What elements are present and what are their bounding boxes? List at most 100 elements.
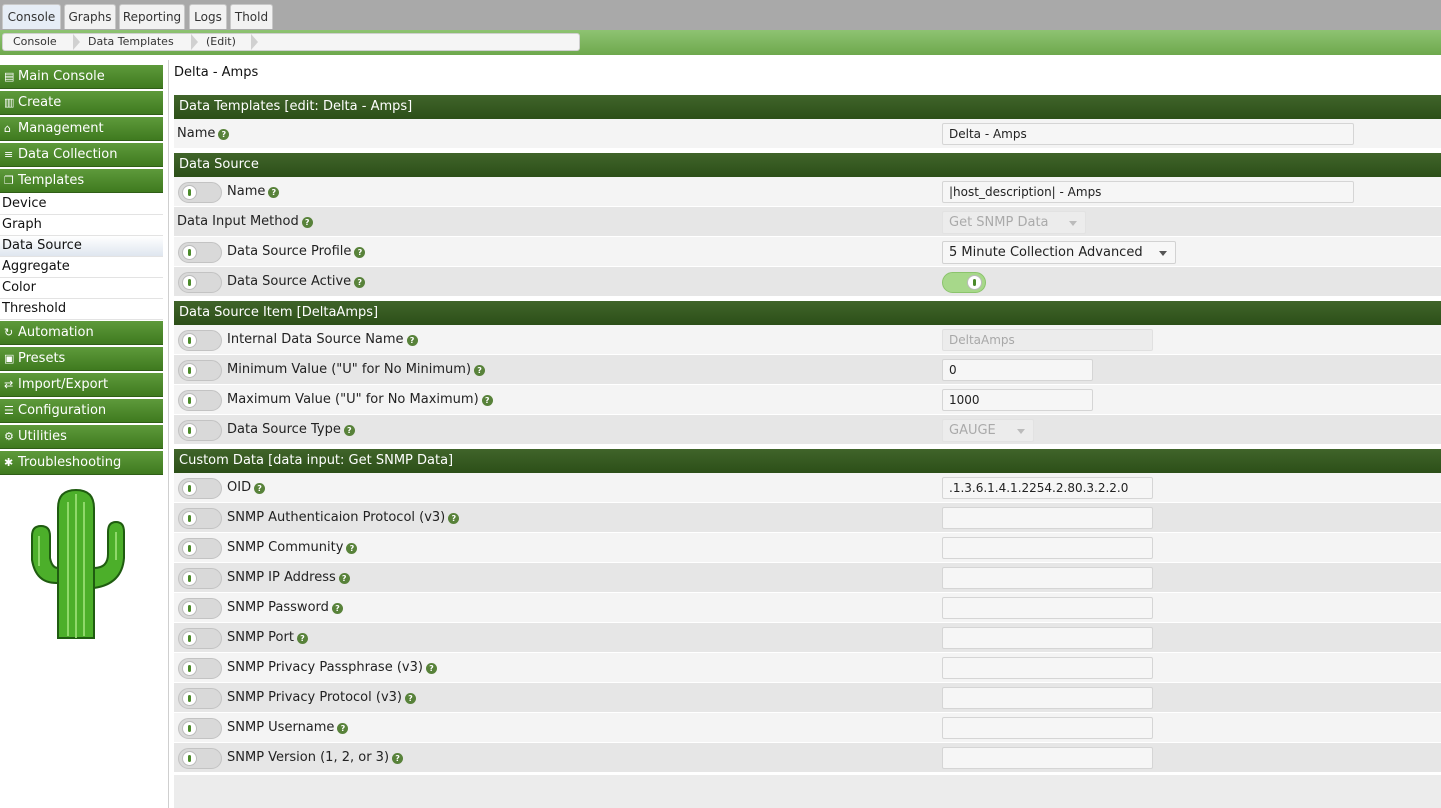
bug-icon: ✱ [4, 456, 14, 469]
help-icon[interactable]: ? [338, 573, 350, 584]
menu-management[interactable]: ⌂ Management [0, 117, 163, 141]
row-internal-name: Internal Data Source Name? DeltaAmps [174, 325, 1441, 355]
active-switch[interactable] [942, 272, 986, 293]
tab-graphs[interactable]: Graphs [64, 4, 116, 29]
menu-utilities[interactable]: ⚙ Utilities [0, 425, 163, 449]
help-icon[interactable]: ? [354, 247, 366, 258]
section-header-ds-item: Data Source Item [DeltaAmps] [174, 301, 1441, 325]
template-name-input[interactable]: Delta - Amps [942, 123, 1354, 145]
snmp-auth-protocol-input[interactable] [942, 507, 1153, 529]
tab-thold[interactable]: Thold [230, 4, 273, 29]
toggle-knob [967, 275, 982, 290]
breadcrumb: Console Data Templates (Edit) [2, 33, 580, 51]
help-icon[interactable]: ? [481, 395, 493, 406]
sidebar-item-device[interactable]: Device [0, 194, 163, 215]
override-toggle[interactable] [178, 628, 222, 649]
tab-console[interactable]: Console [2, 4, 61, 29]
toggle-knob [182, 751, 197, 766]
override-toggle[interactable] [178, 182, 222, 203]
sidebar-item-data-source[interactable]: Data Source [0, 236, 163, 257]
override-toggle[interactable] [178, 718, 222, 739]
custom-label: SNMP Community? [227, 533, 358, 562]
help-icon[interactable]: ? [296, 633, 308, 644]
help-icon[interactable]: ? [474, 365, 486, 376]
row-template-name: Name? Delta - Amps [174, 119, 1441, 149]
sidebar-item-color[interactable]: Color [0, 278, 163, 299]
max-value-input[interactable]: 1000 [942, 389, 1093, 411]
override-toggle[interactable] [178, 598, 222, 619]
override-toggle[interactable] [178, 242, 222, 263]
override-toggle[interactable] [178, 568, 222, 589]
help-icon[interactable]: ? [405, 693, 416, 704]
help-icon[interactable]: ? [354, 277, 366, 288]
snmp-ip-input[interactable] [942, 567, 1153, 589]
override-toggle[interactable] [178, 508, 222, 529]
override-toggle[interactable] [178, 330, 222, 351]
help-icon[interactable]: ? [346, 543, 358, 554]
override-toggle[interactable] [178, 420, 222, 441]
menu-configuration[interactable]: ☰ Configuration [0, 399, 163, 423]
sidebar-item-graph[interactable]: Graph [0, 215, 163, 236]
snmp-port-input[interactable] [942, 627, 1153, 649]
tab-logs[interactable]: Logs [189, 4, 227, 29]
menu-troubleshooting[interactable]: ✱ Troubleshooting [0, 451, 163, 475]
help-icon[interactable]: ? [406, 335, 418, 346]
archive-icon: ▣ [4, 352, 15, 365]
override-toggle[interactable] [178, 538, 222, 559]
ds-name-input[interactable]: |host_description| - Amps [942, 181, 1354, 203]
help-icon[interactable]: ? [337, 723, 349, 734]
sidebar-item-threshold[interactable]: Threshold [0, 299, 163, 320]
menu-data-collection[interactable]: ≡ Data Collection [0, 143, 163, 167]
override-toggle[interactable] [178, 688, 222, 709]
snmp-version-input[interactable] [942, 747, 1153, 769]
min-value-input[interactable]: 0 [942, 359, 1093, 381]
toggle-knob [182, 541, 197, 556]
override-toggle[interactable] [178, 478, 222, 499]
help-icon[interactable]: ? [268, 187, 280, 198]
override-toggle[interactable] [178, 390, 222, 411]
row-custom-auth-protocol: SNMP Authenticaion Protocol (v3)? [174, 503, 1441, 533]
help-icon[interactable]: ? [343, 425, 355, 436]
toggle-knob [182, 245, 197, 260]
snmp-priv-protocol-input[interactable] [942, 687, 1153, 709]
snmp-password-input[interactable] [942, 597, 1153, 619]
override-toggle[interactable] [178, 658, 222, 679]
snmp-community-input[interactable] [942, 537, 1153, 559]
breadcrumb-console[interactable]: Console [13, 34, 57, 50]
breadcrumb-separator [191, 34, 198, 50]
menu-automation[interactable]: ↻ Automation [0, 321, 163, 345]
help-icon[interactable]: ? [218, 129, 230, 140]
override-toggle[interactable] [178, 272, 222, 293]
section-header-data-templates: Data Templates [edit: Delta - Amps] [174, 95, 1441, 119]
help-icon[interactable]: ? [448, 513, 460, 524]
breadcrumb-data-templates[interactable]: Data Templates [88, 34, 174, 50]
toggle-knob [182, 721, 197, 736]
help-icon[interactable]: ? [392, 753, 404, 764]
custom-label: SNMP Privacy Passphrase (v3)? [227, 653, 437, 682]
snmp-priv-passphrase-input[interactable] [942, 657, 1153, 679]
row-custom-community: SNMP Community? [174, 533, 1441, 563]
oid-input[interactable]: .1.3.6.1.4.1.2254.2.80.3.2.2.0 [942, 477, 1153, 499]
tab-reporting[interactable]: Reporting [119, 4, 185, 29]
row-custom-password: SNMP Password? [174, 593, 1441, 623]
profile-select[interactable]: 5 Minute Collection Advanced [942, 241, 1176, 264]
help-icon[interactable]: ? [425, 663, 437, 674]
menu-presets[interactable]: ▣ Presets [0, 347, 163, 371]
snmp-username-input[interactable] [942, 717, 1153, 739]
menu-create[interactable]: ▥ Create [0, 91, 163, 115]
custom-label: OID? [227, 473, 266, 502]
copy-icon: ❐ [4, 174, 14, 187]
profile-label: Data Source Profile? [227, 237, 366, 266]
help-icon[interactable]: ? [254, 483, 266, 494]
override-toggle[interactable] [178, 360, 222, 381]
custom-label: SNMP Password? [227, 593, 343, 622]
override-toggle[interactable] [178, 748, 222, 769]
menu-templates[interactable]: ❐ Templates [0, 169, 163, 193]
menu-main-console[interactable]: ▤ Main Console [0, 65, 163, 89]
toggle-knob [182, 661, 197, 676]
help-icon[interactable]: ? [301, 217, 313, 228]
sidebar-item-aggregate[interactable]: Aggregate [0, 257, 163, 278]
menu-import-export[interactable]: ⇄ Import/Export [0, 373, 163, 397]
row-min-value: Minimum Value ("U" for No Minimum)? 0 [174, 355, 1441, 385]
help-icon[interactable]: ? [331, 603, 343, 614]
